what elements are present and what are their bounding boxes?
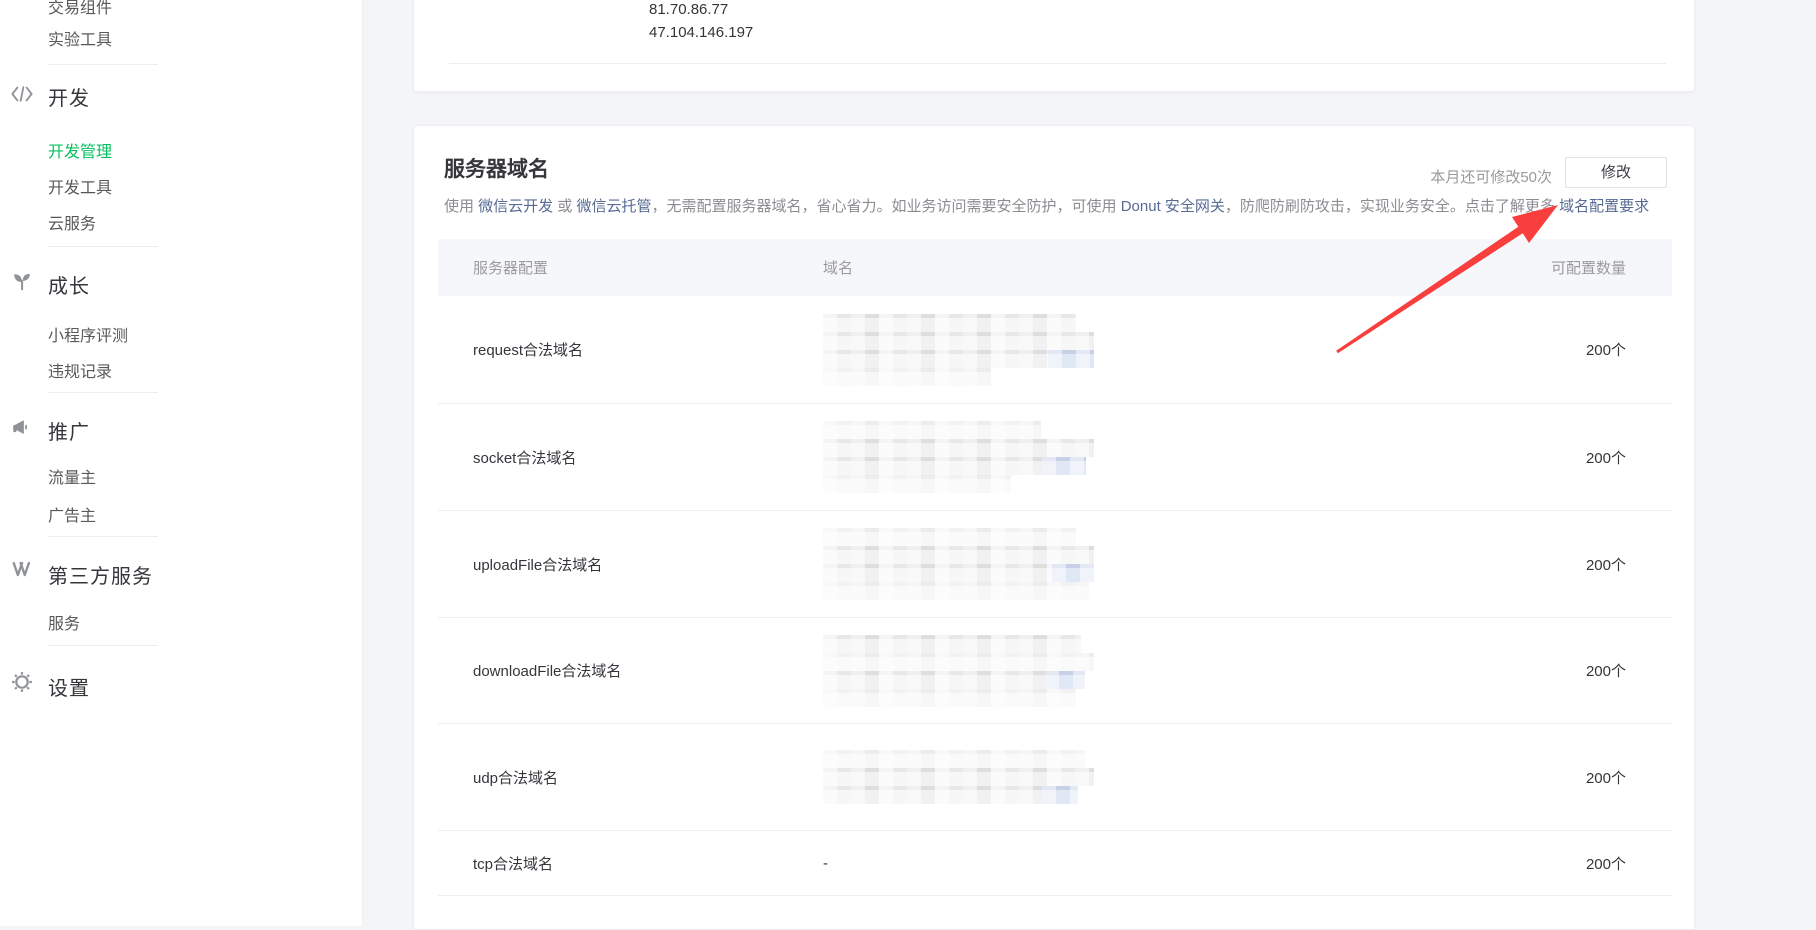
sidebar-divider <box>48 64 158 65</box>
domain-cell-empty: - <box>823 855 1472 872</box>
sidebar-item-advertiser[interactable]: 广告主 <box>48 502 96 526</box>
quota-value: 200个 <box>1472 447 1672 468</box>
pixelated-domain-block <box>823 314 1472 386</box>
quota-value: 200个 <box>1472 339 1672 360</box>
row-label: socket合法域名 <box>438 447 823 468</box>
sidebar-divider <box>48 645 158 646</box>
table-row-socket-domain: socket合法域名 200个 <box>438 404 1672 511</box>
card-divider <box>449 63 1666 64</box>
server-domain-card: 服务器域名 使用 微信云开发 或 微信云托管，无需配置服务器域名，省心省力。如业… <box>413 125 1695 930</box>
donut-gateway-link[interactable]: Donut 安全网关 <box>1121 198 1225 215</box>
column-header-quota: 可配置数量 <box>1472 257 1672 278</box>
row-label: downloadFile合法域名 <box>438 660 823 681</box>
table-row-uploadfile-domain: uploadFile合法域名 200个 <box>438 511 1672 618</box>
sidebar-divider <box>48 392 158 393</box>
quota-value: 200个 <box>1472 660 1672 681</box>
megaphone-icon <box>11 417 33 439</box>
row-label: request合法域名 <box>438 339 823 360</box>
sidebar: 交易组件 实验工具 开发 开发管理 开发工具 云服务 成长 小程序评测 违规记录… <box>0 0 363 926</box>
pixelated-domain-block <box>823 750 1472 804</box>
sidebar-divider <box>48 536 158 537</box>
sidebar-section-settings[interactable]: 设置 <box>48 672 90 701</box>
sidebar-item-miniprogram-evaluation[interactable]: 小程序评测 <box>48 322 128 346</box>
sidebar-item-violation-records[interactable]: 违规记录 <box>48 358 112 382</box>
desc-text: 使用 <box>444 198 478 215</box>
ip-list-card: 81.70.86.77 47.104.146.197 <box>413 0 1695 92</box>
table-row-udp-domain: udp合法域名 200个 <box>438 724 1672 831</box>
monthly-modify-quota-note: 本月还可修改50次 <box>1430 166 1552 187</box>
desc-text: ，防爬防刷防攻击，实现业务安全。点击了解更多 <box>1225 198 1559 215</box>
sidebar-section-promotion[interactable]: 推广 <box>48 416 90 445</box>
ip-address: 47.104.146.197 <box>649 24 753 41</box>
column-header-domain: 域名 <box>823 257 1472 278</box>
cloud-hosting-link[interactable]: 微信云托管 <box>577 198 652 215</box>
code-icon <box>11 83 33 105</box>
quota-value: 200个 <box>1472 767 1672 788</box>
third-party-icon <box>11 559 33 581</box>
table-header-row: 服务器配置 域名 可配置数量 <box>438 239 1672 296</box>
domain-cell-redacted <box>823 314 1472 386</box>
ip-address: 81.70.86.77 <box>649 1 728 18</box>
modify-button[interactable]: 修改 <box>1565 157 1667 188</box>
pixelated-domain-block <box>823 635 1472 707</box>
cloud-dev-link[interactable]: 微信云开发 <box>478 198 553 215</box>
domain-cell-redacted <box>823 528 1472 600</box>
table-row-dns-prefetch-domain: DNS预解析域名 5个 <box>438 896 1672 929</box>
wechat-miniprogram-console-page: { "sidebar": { "item_trade_components": … <box>0 0 1816 926</box>
domain-config-requirements-link[interactable]: 域名配置要求 <box>1559 198 1649 215</box>
gear-icon <box>11 671 33 693</box>
sidebar-divider <box>48 246 158 247</box>
desc-text: 或 <box>553 198 576 215</box>
domain-cell-redacted <box>823 750 1472 804</box>
row-label: uploadFile合法域名 <box>438 554 823 575</box>
sidebar-item-service[interactable]: 服务 <box>48 610 80 634</box>
pixelated-domain-block <box>823 421 1472 493</box>
sidebar-item-cloud-service[interactable]: 云服务 <box>48 210 96 234</box>
table-body: request合法域名 200个 socket合法域名 <box>438 296 1672 929</box>
sidebar-item-traffic-owner[interactable]: 流量主 <box>48 464 96 488</box>
sidebar-section-growth[interactable]: 成长 <box>48 270 90 299</box>
sidebar-item-lab-tools[interactable]: 实验工具 <box>48 26 112 50</box>
column-header-server-config: 服务器配置 <box>438 257 823 278</box>
row-label: tcp合法域名 <box>438 853 823 874</box>
sidebar-section-third-party[interactable]: 第三方服务 <box>48 560 153 589</box>
table-row-request-domain: request合法域名 200个 <box>438 296 1672 404</box>
seedling-icon <box>11 271 33 293</box>
sidebar-item-trade-components[interactable]: 交易组件 <box>48 0 112 18</box>
table-row-downloadfile-domain: downloadFile合法域名 200个 <box>438 618 1672 724</box>
row-label: udp合法域名 <box>438 767 823 788</box>
sidebar-section-dev[interactable]: 开发 <box>48 82 90 111</box>
quota-value: 200个 <box>1472 853 1672 874</box>
domain-cell-redacted <box>823 421 1472 493</box>
domain-cell-redacted <box>823 635 1472 707</box>
sidebar-item-dev-tools[interactable]: 开发工具 <box>48 174 112 198</box>
server-domain-description: 使用 微信云开发 或 微信云托管，无需配置服务器域名，省心省力。如业务访问需要安… <box>444 195 1649 216</box>
quota-value: 200个 <box>1472 554 1672 575</box>
page-title: 服务器域名 <box>444 153 549 183</box>
desc-text: ，无需配置服务器域名，省心省力。如业务访问需要安全防护，可使用 <box>652 198 1121 215</box>
table-row-tcp-domain: tcp合法域名 - 200个 <box>438 831 1672 896</box>
sidebar-item-dev-management[interactable]: 开发管理 <box>48 138 112 162</box>
pixelated-domain-block <box>823 528 1472 600</box>
